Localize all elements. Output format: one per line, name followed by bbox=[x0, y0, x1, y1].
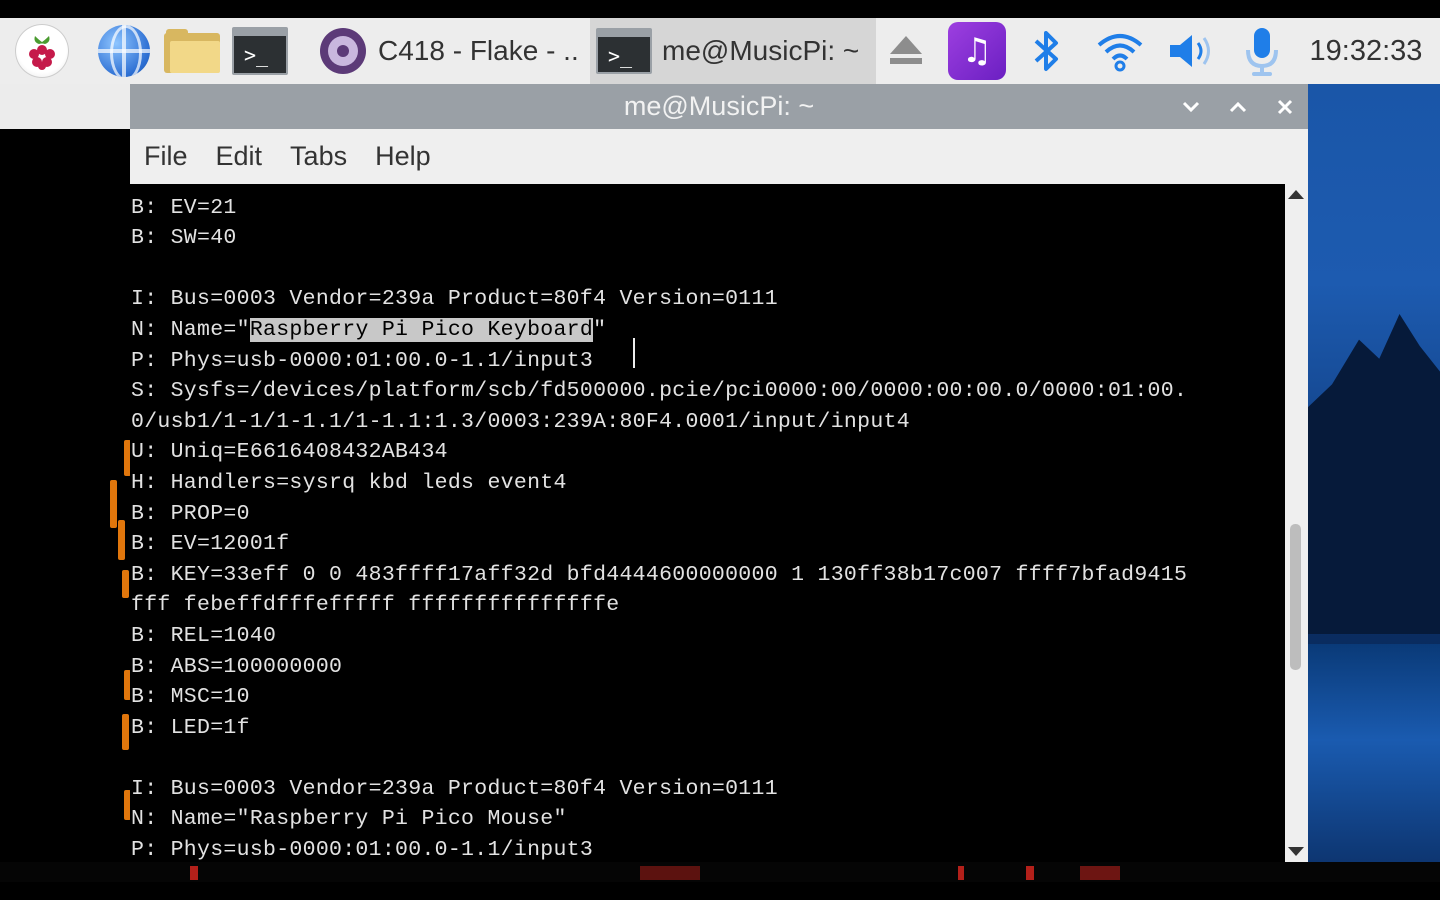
wallpaper-glow bbox=[118, 520, 125, 560]
taskbar-task-terminal[interactable]: >_ me@MusicPi: ~ bbox=[590, 18, 876, 84]
terminal-line: B: PROP=0 bbox=[131, 184, 1187, 193]
terminal-line: U: Uniq=E6616408432AB434 bbox=[131, 440, 448, 465]
taskbar-task-music[interactable]: C418 - Flake - .. bbox=[312, 18, 596, 84]
music-app-icon[interactable]: ♫ bbox=[946, 18, 1008, 84]
menu-help[interactable]: Help bbox=[361, 141, 445, 172]
terminal-output[interactable]: B: PROP=0 B: EV=21 B: SW=40 I: Bus=0003 … bbox=[130, 184, 1285, 862]
task-label: C418 - Flake - .. bbox=[378, 35, 579, 66]
wallpaper bbox=[1305, 84, 1440, 882]
terminal-line: B: MSC=10 bbox=[131, 685, 250, 710]
terminal-icon: >_ bbox=[596, 28, 652, 74]
chevron-down-icon bbox=[1182, 101, 1200, 113]
terminal-line: H: Handlers=sysrq kbd leds event4 bbox=[131, 470, 567, 495]
chevron-up-icon bbox=[1229, 101, 1247, 113]
close-button[interactable] bbox=[1268, 90, 1302, 124]
terminal-line-selected: N: Name="Raspberry Pi Pico Keyboard" bbox=[131, 315, 1187, 346]
terminal-line: S: Sysfs=/devices/platform/scb/fd500000.… bbox=[131, 379, 1188, 404]
taskbar: >_ C418 - Flake - .. >_ me@MusicPi: ~ ♫ bbox=[0, 18, 1440, 84]
terminal-line: B: EV=12001f bbox=[131, 532, 290, 557]
terminal-line: B: PROP=0 bbox=[131, 501, 250, 526]
scroll-up-icon[interactable] bbox=[1288, 190, 1304, 199]
volume-icon[interactable] bbox=[1164, 18, 1220, 84]
menu-tabs[interactable]: Tabs bbox=[276, 141, 361, 172]
wallpaper-bottom bbox=[0, 862, 1440, 882]
window-title: me@MusicPi: ~ bbox=[623, 91, 815, 121]
clock-text: 19:32:33 bbox=[1309, 34, 1423, 67]
task-label: me@MusicPi: ~ bbox=[662, 35, 860, 66]
minimize-button[interactable] bbox=[1174, 90, 1208, 124]
wallpaper-glow bbox=[122, 714, 129, 750]
terminal-line: P: Phys=usb-0000:01:00.0-1.1/input3 bbox=[131, 838, 594, 862]
selected-text: Raspberry Pi Pico Keyboard bbox=[249, 317, 594, 342]
music-player-icon bbox=[320, 28, 366, 74]
close-icon bbox=[1277, 99, 1293, 115]
terminal-line: N: Name="Raspberry Pi Pico Mouse" bbox=[131, 807, 567, 832]
vertical-scrollbar[interactable] bbox=[1285, 184, 1308, 862]
terminal-line: fff febeffdfffefffff fffffffffffffffe bbox=[131, 593, 620, 618]
terminal-line: B: REL=1040 bbox=[131, 623, 277, 648]
wallpaper-glow bbox=[110, 480, 117, 528]
wifi-icon[interactable] bbox=[1092, 18, 1148, 84]
terminal-line: I: Bus=0003 Vendor=239a Product=80f4 Ver… bbox=[131, 287, 778, 312]
name-suffix: " bbox=[593, 317, 607, 342]
name-prefix: N: Name=" bbox=[131, 317, 250, 342]
wallpaper-glow bbox=[122, 570, 129, 598]
menu-file[interactable]: File bbox=[130, 141, 202, 172]
scroll-down-icon[interactable] bbox=[1288, 847, 1304, 856]
eject-icon[interactable] bbox=[884, 18, 928, 84]
window-titlebar[interactable]: me@MusicPi: ~ bbox=[130, 84, 1308, 129]
file-manager-icon[interactable] bbox=[164, 24, 220, 78]
terminal-line: B: EV=21 bbox=[131, 195, 237, 220]
menu-bar: File Edit Tabs Help bbox=[130, 129, 1308, 184]
menu-edit[interactable]: Edit bbox=[202, 141, 277, 172]
raspberry-pi-menu-icon[interactable] bbox=[14, 24, 70, 78]
clock[interactable]: 19:32:33 bbox=[1304, 18, 1428, 84]
terminal-line: B: ABS=100000000 bbox=[131, 654, 343, 679]
terminal-window: me@MusicPi: ~ File Edit Tabs Help B: PRO… bbox=[130, 84, 1308, 862]
terminal-launcher-icon[interactable]: >_ bbox=[232, 24, 288, 78]
terminal-line: B: KEY=33eff 0 0 483ffff17aff32d bfd4444… bbox=[131, 562, 1188, 587]
terminal-line: I: Bus=0003 Vendor=239a Product=80f4 Ver… bbox=[131, 776, 778, 801]
web-browser-icon[interactable] bbox=[96, 24, 152, 78]
text-cursor-icon bbox=[632, 338, 635, 368]
terminal-line: 0/usb1/1-1/1-1.1/1-1.1:1.3/0003:239A:80F… bbox=[131, 409, 910, 434]
scrollbar-thumb[interactable] bbox=[1290, 524, 1301, 670]
wallpaper-strip bbox=[0, 84, 130, 129]
terminal-line: B: LED=1f bbox=[131, 715, 250, 740]
terminal-line: P: Phys=usb-0000:01:00.0-1.1/input3 bbox=[131, 348, 594, 373]
bluetooth-icon[interactable] bbox=[1024, 18, 1070, 84]
microphone-icon[interactable] bbox=[1238, 18, 1286, 84]
maximize-button[interactable] bbox=[1221, 90, 1255, 124]
terminal-line: B: SW=40 bbox=[131, 226, 237, 251]
